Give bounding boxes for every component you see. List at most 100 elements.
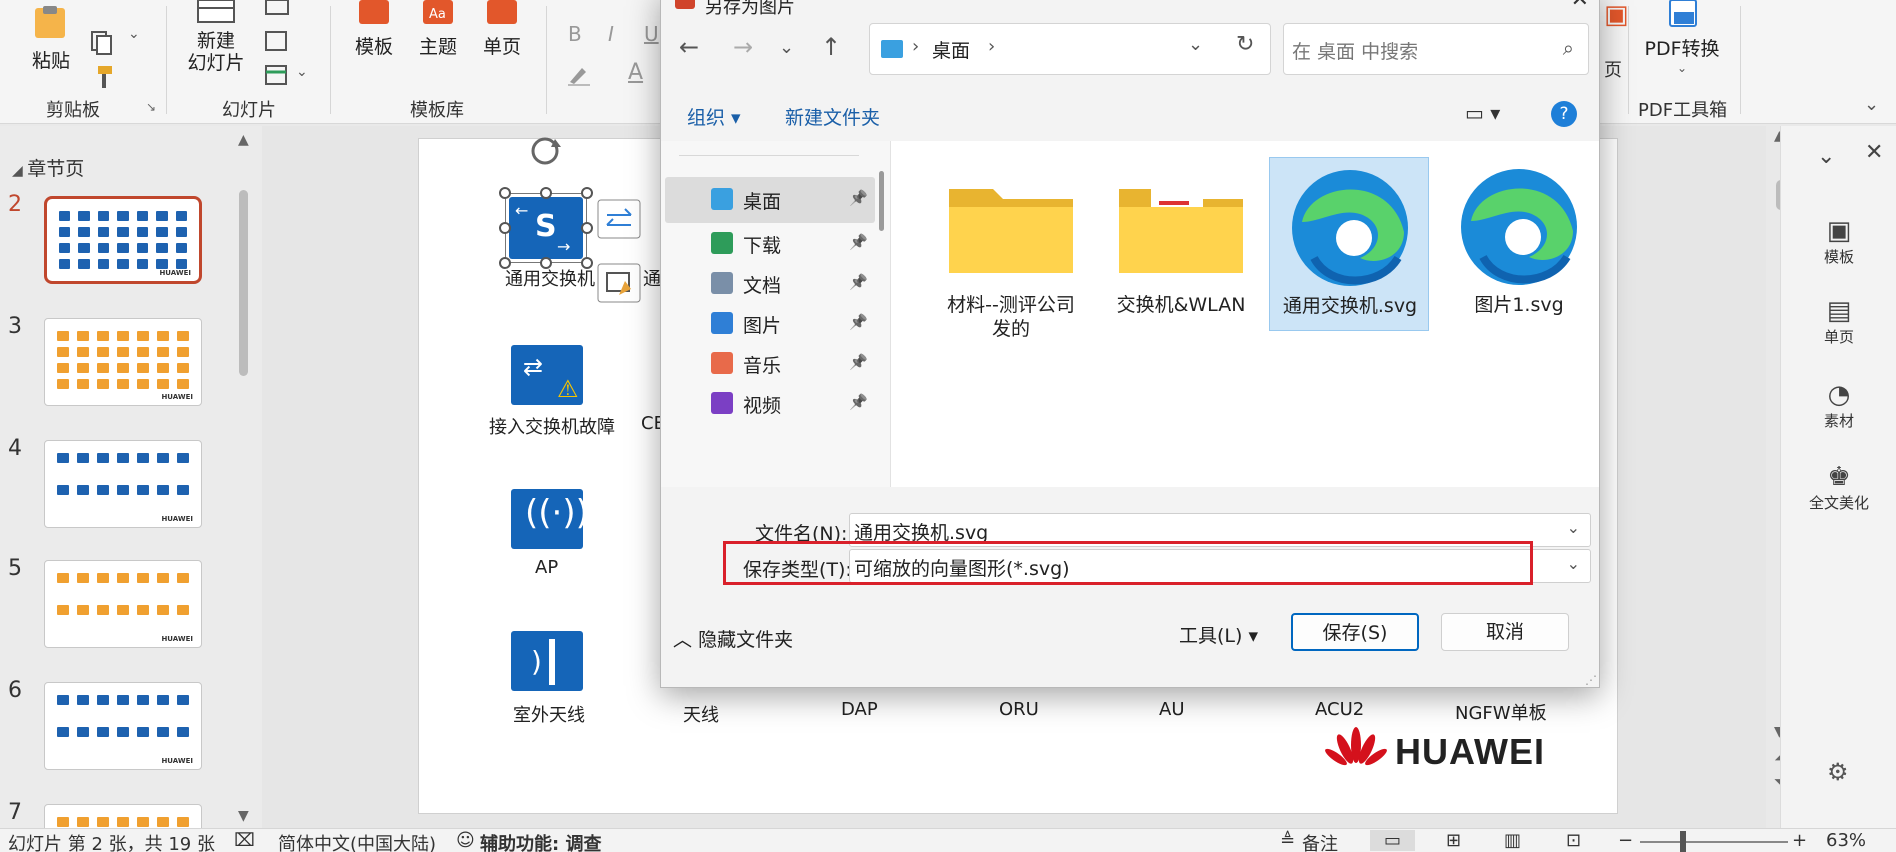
view-options-icon[interactable]: ▭ ▾ (1465, 101, 1500, 125)
resize-handle[interactable] (499, 187, 511, 199)
task-pane-item[interactable]: ◔ 素材 (1781, 380, 1896, 431)
thumbnail-icon (77, 817, 89, 827)
zoom-level[interactable]: 63% (1826, 830, 1866, 851)
dialog-launcher-icon[interactable]: ↘ (146, 100, 156, 114)
slide-thumbnail[interactable]: HUAWEI (44, 196, 202, 284)
new-slide-button[interactable]: 新建 幻灯片 (180, 0, 252, 74)
task-pane-item[interactable]: ▣ 模板 (1781, 216, 1896, 267)
slide-sorter-icon[interactable]: ⊞ (1446, 830, 1461, 851)
zoom-in-button[interactable]: + (1792, 830, 1807, 851)
search-input[interactable]: 在 桌面 中搜索 ⌕ (1283, 23, 1589, 75)
chevron-down-icon[interactable]: ⌄ (128, 26, 140, 42)
chevron-down-icon[interactable]: ⌄ (1567, 518, 1580, 537)
back-arrow-icon[interactable]: ← (679, 33, 699, 61)
nav-item[interactable]: 视频 📌 (665, 381, 875, 427)
font-color-button[interactable]: A (628, 60, 643, 85)
underline-button[interactable]: U (644, 22, 659, 46)
single-page-button[interactable]: 单页 (478, 0, 526, 59)
settings-icon[interactable]: ⚙ (1827, 758, 1849, 786)
slideshow-icon[interactable]: ⊡ (1566, 830, 1581, 851)
clipboard-icon (35, 6, 65, 38)
chevron-down-icon[interactable]: ⌄ (296, 64, 308, 80)
thumbnail-icon (117, 331, 129, 341)
accessibility-status[interactable]: 辅助功能: 调查 (480, 830, 601, 852)
forward-arrow-icon[interactable]: → (733, 33, 753, 61)
thumbnail-number: 5 (8, 556, 22, 581)
zoom-slider[interactable] (1640, 841, 1788, 843)
scroll-down-icon[interactable]: ▼ (238, 808, 249, 824)
file-item[interactable]: 交换机&WLAN (1101, 157, 1261, 331)
slide-thumbnail[interactable]: HUAWEI (44, 318, 202, 406)
new-folder-button[interactable]: 新建文件夹 (785, 103, 880, 130)
rotate-handle-icon[interactable] (527, 133, 567, 167)
slide-thumbnail[interactable]: HUAWEI (44, 682, 202, 770)
chevron-down-icon[interactable]: ⌄ (1817, 144, 1835, 169)
organize-button[interactable]: 组织 ▾ (687, 103, 741, 130)
slide-thumbnail[interactable]: HUAWEI (44, 560, 202, 648)
section-icon[interactable] (264, 64, 290, 88)
address-dropdown-icon[interactable]: ⌄ (1188, 34, 1203, 55)
reset-icon[interactable] (264, 30, 290, 54)
quick-action-icon[interactable] (597, 199, 641, 239)
reading-view-icon[interactable]: ▥ (1504, 830, 1521, 851)
close-icon[interactable]: ✕ (1865, 140, 1883, 165)
task-pane-item[interactable]: ▤ 单页 (1781, 296, 1896, 347)
collapse-ribbon-icon[interactable]: ⌄ (1864, 94, 1879, 115)
spellcheck-icon[interactable]: ⌧ (234, 830, 255, 851)
close-icon[interactable]: ✕ (1571, 0, 1589, 12)
highlight-icon[interactable] (566, 62, 592, 86)
refresh-icon[interactable]: ↻ (1236, 32, 1254, 57)
nav-scrollbar[interactable] (879, 171, 884, 231)
nav-item[interactable]: 桌面 📌 (665, 177, 875, 223)
huawei-brand: HUAWEI (1395, 731, 1545, 772)
italic-button[interactable]: I (608, 22, 614, 46)
pdf-convert-button[interactable]: PDF转换 ⌄ (1640, 0, 1724, 75)
bold-button[interactable]: B (568, 22, 582, 46)
zoom-out-button[interactable]: − (1618, 830, 1633, 851)
format-painter-icon[interactable] (88, 64, 116, 90)
breadcrumb-desktop[interactable]: 桌面 (932, 36, 970, 63)
normal-view-icon[interactable]: ▭ (1370, 830, 1416, 851)
file-item[interactable]: 通用交换机.svg (1269, 157, 1429, 331)
zoom-slider-thumb[interactable] (1680, 831, 1686, 852)
thumbnail-icon (157, 573, 169, 583)
address-bar[interactable]: › 桌面 › ⌄ ↻ (869, 23, 1271, 75)
chevron-down-icon[interactable]: ⌄ (1567, 554, 1580, 573)
up-arrow-icon[interactable]: ↑ (821, 33, 841, 61)
task-pane-item[interactable]: ♚ 全文美化 (1781, 462, 1896, 513)
resize-handle[interactable] (540, 187, 552, 199)
slide-thumbnail[interactable]: HUAWEI (44, 440, 202, 528)
copy-icon[interactable] (88, 30, 114, 56)
theme-button[interactable]: Aa 主题 (414, 0, 462, 59)
thumbnail-icon (59, 259, 71, 269)
paste-button[interactable]: 粘贴 (22, 6, 80, 73)
thumbnail-number: 4 (8, 436, 22, 461)
tools-button[interactable]: 工具(L) ▾ (1179, 621, 1258, 648)
pin-icon: 📌 (849, 233, 868, 251)
template-button[interactable]: 模板 (350, 0, 398, 59)
recent-locations-icon[interactable]: ⌄ (779, 37, 794, 58)
resize-handle[interactable] (581, 222, 593, 234)
cancel-button[interactable]: 取消 (1441, 613, 1569, 651)
thumbnail-icon (137, 363, 149, 373)
nav-item-label: 桌面 (743, 191, 782, 213)
outdoor-antenna-icon[interactable]: ) (511, 631, 583, 691)
section-header[interactable]: ◢ 章节页 (12, 154, 84, 181)
thumbnail-scrollbar[interactable] (239, 190, 248, 376)
save-button[interactable]: 保存(S) (1291, 613, 1419, 651)
layout-icon[interactable] (264, 0, 290, 16)
thumbnail-icon (77, 363, 89, 373)
picture-action-icon[interactable] (597, 263, 641, 303)
resize-handle[interactable] (581, 187, 593, 199)
access-switch-fault-icon[interactable]: ⇄ ⚠ (511, 345, 583, 405)
file-item[interactable]: 图片1.svg (1439, 157, 1599, 331)
file-item[interactable]: 材料--测评公司发的 (931, 157, 1091, 340)
resize-grip-icon[interactable]: ⋰ (1585, 673, 1597, 687)
notes-button[interactable]: 备注 (1302, 830, 1338, 852)
language-status[interactable]: 简体中文(中国大陆) (278, 830, 436, 852)
hide-folders-toggle[interactable]: ︿ 隐藏文件夹 (673, 625, 793, 652)
ap-icon[interactable]: ((·)) (511, 489, 589, 549)
resize-handle[interactable] (499, 222, 511, 234)
scroll-up-icon[interactable]: ▲ (238, 132, 249, 148)
help-icon[interactable]: ? (1551, 101, 1577, 127)
